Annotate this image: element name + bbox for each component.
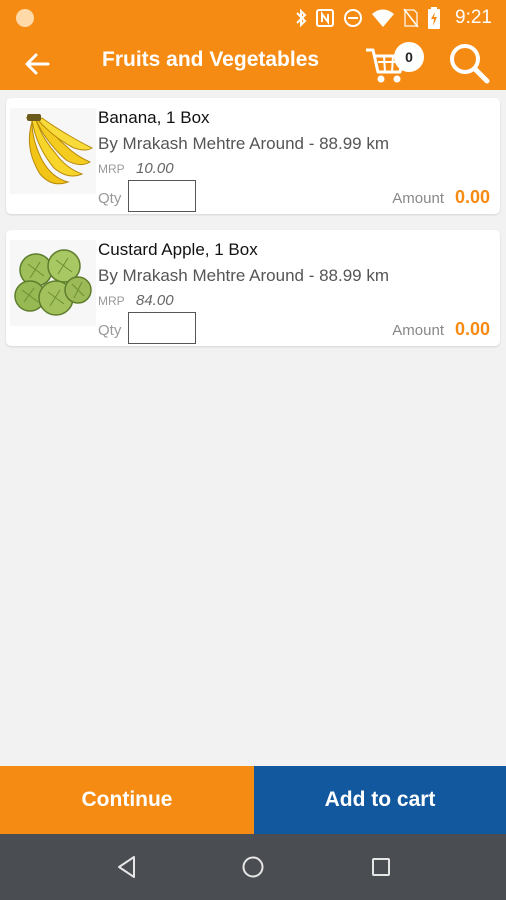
product-name: Custard Apple, 1 Box bbox=[98, 240, 258, 259]
amount-label: Amount bbox=[392, 322, 444, 339]
custard-apple-image bbox=[10, 240, 96, 326]
notification-dot-icon bbox=[16, 9, 34, 27]
mrp-label: MRP bbox=[98, 294, 125, 308]
cart-count-badge: 0 bbox=[394, 42, 424, 72]
mrp-value: 84.00 bbox=[136, 292, 174, 309]
product-seller: By Mrakash Mehtre Around - 88.99 km bbox=[98, 266, 390, 285]
page-title: Fruits and Vegetables bbox=[102, 48, 320, 71]
mrp-value: 10.00 bbox=[136, 160, 174, 177]
nav-back-icon[interactable] bbox=[114, 854, 140, 880]
banana-image bbox=[10, 108, 96, 194]
system-nav-bar bbox=[0, 834, 506, 900]
status-time: 9:21 bbox=[455, 7, 492, 28]
status-icons: 9:21 bbox=[295, 6, 492, 30]
battery-charging-icon bbox=[428, 7, 441, 29]
amount-value: 0.00 bbox=[454, 187, 490, 207]
add-to-cart-button[interactable]: Add to cart bbox=[254, 766, 506, 834]
bluetooth-icon bbox=[296, 8, 307, 28]
custard-apple-icon bbox=[14, 249, 92, 316]
back-button[interactable] bbox=[18, 44, 58, 84]
back-arrow-icon bbox=[25, 53, 50, 75]
cart-button[interactable]: 0 bbox=[364, 40, 430, 86]
search-icon bbox=[450, 44, 490, 84]
product-name: Banana, 1 Box bbox=[98, 108, 210, 127]
wifi-icon bbox=[372, 9, 395, 27]
amount-label: Amount bbox=[392, 190, 444, 207]
banana-icon bbox=[25, 114, 93, 185]
app-bar: Fruits and Vegetables 0 bbox=[0, 36, 506, 90]
qty-input[interactable] bbox=[128, 180, 196, 212]
nfc-icon bbox=[316, 9, 335, 27]
nav-recents-icon[interactable] bbox=[368, 854, 394, 880]
qty-input[interactable] bbox=[128, 312, 196, 344]
status-bar: 9:21 bbox=[0, 0, 506, 36]
product-card-banana[interactable]: Banana, 1 Box By Mrakash Mehtre Around -… bbox=[6, 98, 500, 214]
amount-value: 0.00 bbox=[454, 319, 490, 339]
dnd-icon bbox=[344, 9, 363, 27]
product-card-custard-apple[interactable]: Custard Apple, 1 Box By Mrakash Mehtre A… bbox=[6, 230, 500, 346]
qty-label: Qty bbox=[98, 190, 122, 207]
no-sim-icon bbox=[403, 8, 419, 28]
search-button[interactable] bbox=[444, 38, 494, 88]
mrp-label: MRP bbox=[98, 162, 125, 176]
product-seller: By Mrakash Mehtre Around - 88.99 km bbox=[98, 134, 390, 153]
continue-button[interactable]: Continue bbox=[0, 766, 254, 834]
bottom-action-bar: Continue Add to cart bbox=[0, 766, 506, 834]
qty-label: Qty bbox=[98, 322, 122, 339]
screen: 9:21 Fruits and Vegetables 0 Banana, 1 B… bbox=[0, 0, 506, 900]
nav-home-icon[interactable] bbox=[240, 854, 266, 880]
